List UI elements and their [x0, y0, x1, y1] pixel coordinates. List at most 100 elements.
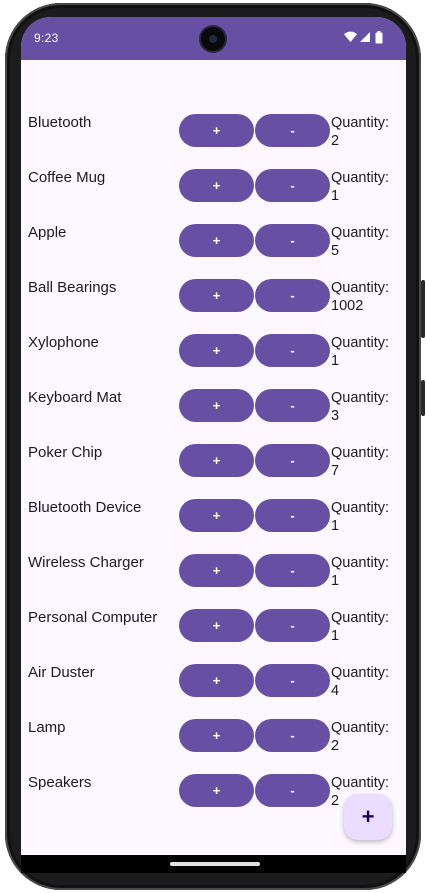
list-item: Coffee Mug + - Quantity: 1 — [21, 158, 406, 213]
list-item: Keyboard Mat + - Quantity: 3 — [21, 378, 406, 433]
increment-button[interactable]: + — [179, 499, 254, 532]
quantity-display: Quantity: 1 — [331, 169, 406, 205]
quantity-value: 1 — [331, 518, 340, 534]
quantity-display: Quantity: 2 — [331, 719, 406, 755]
item-name: Lamp — [28, 719, 66, 736]
list-item: Apple + - Quantity: 5 — [21, 213, 406, 268]
add-icon: + — [361, 804, 375, 829]
quantity-value: 1 — [331, 573, 340, 589]
item-name: Poker Chip — [28, 444, 103, 461]
increment-button[interactable]: + — [179, 334, 254, 367]
increment-button[interactable]: + — [179, 664, 254, 697]
increment-button[interactable]: + — [179, 609, 254, 642]
quantity-display: Quantity: 1 — [331, 554, 406, 590]
quantity-display: Quantity: 3 — [331, 389, 406, 425]
decrement-button[interactable]: - — [255, 609, 330, 642]
quantity-display: Quantity: 1 — [331, 334, 406, 370]
quantity-label: Quantity: — [331, 170, 390, 186]
wifi-icon — [344, 31, 357, 42]
quantity-label: Quantity: — [331, 775, 390, 791]
front-camera — [201, 27, 225, 51]
item-name: Bluetooth Device — [28, 499, 142, 516]
item-name: Wireless Charger — [28, 554, 144, 571]
item-name: Speakers — [28, 774, 92, 791]
decrement-button[interactable]: - — [255, 114, 330, 147]
quantity-label: Quantity: — [331, 610, 390, 626]
increment-button[interactable]: + — [179, 224, 254, 257]
quantity-label: Quantity: — [331, 390, 390, 406]
battery-icon — [375, 31, 383, 44]
quantity-label: Quantity: — [331, 445, 390, 461]
list-item: Xylophone + - Quantity: 1 — [21, 323, 406, 378]
quantity-display: Quantity: 1 — [331, 609, 406, 645]
decrement-button[interactable]: - — [255, 719, 330, 752]
list-item: Poker Chip + - Quantity: 7 — [21, 433, 406, 488]
decrement-button[interactable]: - — [255, 169, 330, 202]
quantity-display: Quantity: 2 — [331, 114, 406, 150]
decrement-button[interactable]: - — [255, 499, 330, 532]
status-bar: 9:23 — [21, 17, 406, 60]
quantity-value: 4 — [331, 683, 340, 699]
quantity-value: 2 — [331, 738, 340, 754]
decrement-button[interactable]: - — [255, 774, 330, 807]
quantity-label: Quantity: — [331, 500, 390, 516]
quantity-value: 1 — [331, 188, 340, 204]
quantity-value: 3 — [331, 408, 340, 424]
item-name: Keyboard Mat — [28, 389, 122, 406]
decrement-button[interactable]: - — [255, 664, 330, 697]
quantity-label: Quantity: — [331, 720, 390, 736]
quantity-label: Quantity: — [331, 335, 390, 351]
list-item: Ball Bearings + - Quantity: 1002 — [21, 268, 406, 323]
quantity-display: Quantity: 7 — [331, 444, 406, 480]
quantity-value: 1002 — [331, 298, 364, 314]
item-name: Apple — [28, 224, 67, 241]
app-screen: 9:23 Bluetooth + - Quantity: 2 Coffee Mug + - Qu… — [21, 17, 406, 855]
quantity-label: Quantity: — [331, 115, 390, 131]
power-button — [421, 280, 425, 338]
item-name: Xylophone — [28, 334, 99, 351]
decrement-button[interactable]: - — [255, 389, 330, 422]
status-time: 9:23 — [34, 31, 59, 45]
item-name: Air Duster — [28, 664, 95, 681]
quantity-label: Quantity: — [331, 280, 390, 296]
quantity-value: 1 — [331, 628, 340, 644]
quantity-label: Quantity: — [331, 225, 390, 241]
list-item: Bluetooth + - Quantity: 2 — [21, 103, 406, 158]
increment-button[interactable]: + — [179, 114, 254, 147]
volume-button — [421, 380, 425, 416]
quantity-display: Quantity: 4 — [331, 664, 406, 700]
quantity-value: 5 — [331, 243, 340, 259]
signal-icon — [360, 32, 370, 42]
increment-button[interactable]: + — [179, 279, 254, 312]
item-name: Ball Bearings — [28, 279, 117, 296]
status-icons — [344, 31, 392, 45]
quantity-value: 1 — [331, 353, 340, 369]
decrement-button[interactable]: - — [255, 554, 330, 587]
increment-button[interactable]: + — [179, 444, 254, 477]
quantity-value: 7 — [331, 463, 340, 479]
list-item: Air Duster + - Quantity: 4 — [21, 653, 406, 708]
list-item: Bluetooth Device + - Quantity: 1 — [21, 488, 406, 543]
decrement-button[interactable]: - — [255, 224, 330, 257]
increment-button[interactable]: + — [179, 554, 254, 587]
decrement-button[interactable]: - — [255, 444, 330, 477]
list-item: Wireless Charger + - Quantity: 1 — [21, 543, 406, 598]
increment-button[interactable]: + — [179, 774, 254, 807]
quantity-display: Quantity: 1 — [331, 499, 406, 535]
increment-button[interactable]: + — [179, 169, 254, 202]
increment-button[interactable]: + — [179, 719, 254, 752]
increment-button[interactable]: + — [179, 389, 254, 422]
quantity-label: Quantity: — [331, 555, 390, 571]
item-name: Coffee Mug — [28, 169, 106, 186]
add-item-fab[interactable]: + — [344, 794, 392, 840]
quantity-value: 2 — [331, 133, 340, 149]
item-name: Personal Computer — [28, 609, 158, 626]
home-indicator[interactable] — [170, 862, 260, 866]
list-item: Personal Computer + - Quantity: 1 — [21, 598, 406, 653]
list-item: Lamp + - Quantity: 2 — [21, 708, 406, 763]
item-name: Bluetooth — [28, 114, 92, 131]
quantity-display: Quantity: 5 — [331, 224, 406, 260]
decrement-button[interactable]: - — [255, 334, 330, 367]
quantity-display: Quantity: 1002 — [331, 279, 406, 315]
decrement-button[interactable]: - — [255, 279, 330, 312]
